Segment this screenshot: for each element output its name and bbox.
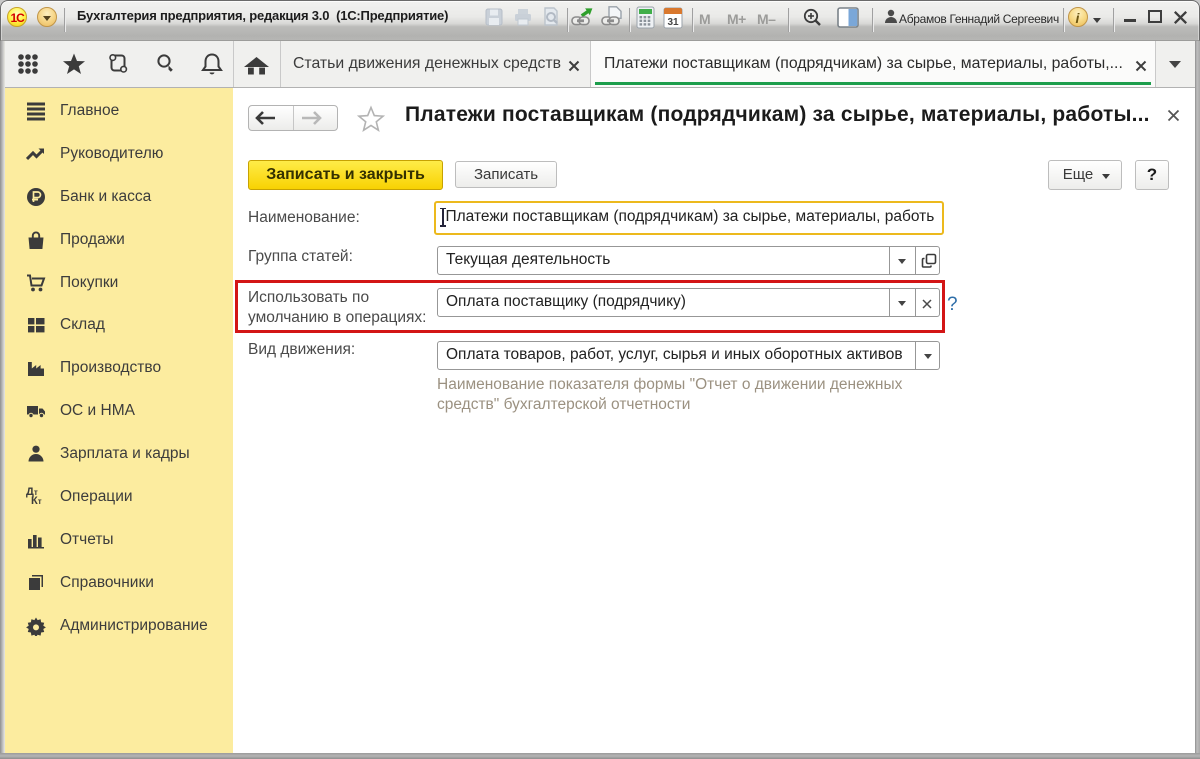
svg-text:31: 31 (667, 17, 679, 28)
